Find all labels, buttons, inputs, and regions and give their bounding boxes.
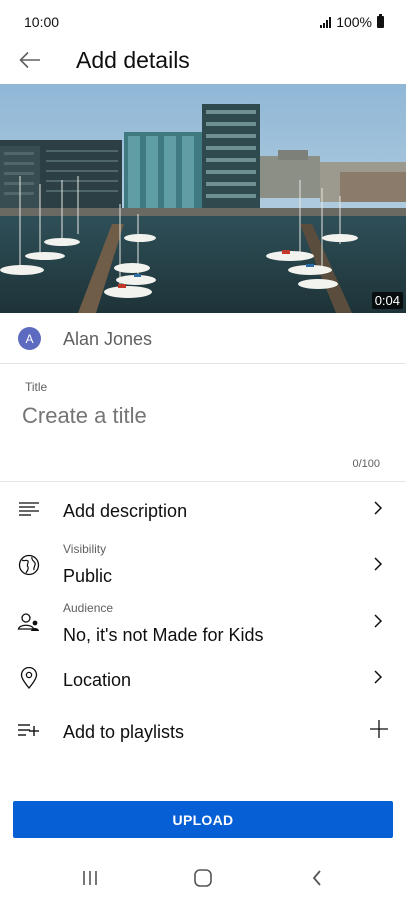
location-label: Location — [63, 670, 132, 690]
system-nav-bar — [0, 852, 406, 902]
location-row[interactable]: Location — [0, 655, 406, 709]
title-label: Title — [25, 380, 48, 394]
title-char-counter: 0/100 — [352, 458, 380, 470]
title-field-block: Title 0/100 — [0, 364, 406, 482]
signal-icon — [320, 16, 332, 28]
add-description-label: Add description — [63, 501, 188, 521]
status-bar: 10:00 100% — [0, 0, 406, 38]
status-icons: 100% — [320, 14, 384, 30]
back-icon — [312, 870, 321, 886]
battery-icon — [377, 14, 384, 28]
status-time: 10:00 — [24, 14, 60, 30]
chevron-right-icon — [370, 556, 386, 572]
chevron-right-icon — [370, 613, 386, 629]
chevron-right-icon — [370, 669, 386, 685]
visibility-value: Public — [63, 566, 113, 586]
upload-button[interactable]: UPLOAD — [13, 801, 393, 838]
channel-name: Alan Jones — [63, 329, 153, 349]
video-duration: 0:04 — [371, 292, 403, 309]
audience-sublabel: Audience — [63, 601, 114, 615]
back-arrow-button[interactable] — [14, 44, 46, 76]
video-preview[interactable]: 0:04 — [0, 84, 406, 313]
add-description-row[interactable]: Add description — [0, 484, 406, 538]
description-icon — [16, 496, 42, 522]
audience-icon — [16, 609, 42, 635]
plus-icon — [369, 719, 389, 739]
back-button[interactable] — [302, 866, 332, 890]
globe-icon — [16, 552, 42, 578]
back-arrow-icon — [19, 51, 40, 69]
channel-row: A Alan Jones — [0, 313, 406, 364]
add-to-playlists-label: Add to playlists — [63, 722, 185, 742]
title-input[interactable] — [22, 400, 382, 432]
visibility-sublabel: Visibility — [63, 542, 107, 556]
audience-value: No, it's not Made for Kids — [63, 625, 264, 645]
recents-icon — [83, 871, 97, 885]
home-icon — [194, 869, 212, 887]
avatar: A — [18, 327, 41, 350]
app-bar: Add details — [0, 38, 406, 84]
recents-button[interactable] — [75, 866, 105, 890]
add-to-playlists-row[interactable]: Add to playlists — [0, 707, 406, 761]
add-playlist-icon — [16, 717, 42, 743]
visibility-row[interactable]: Visibility Public — [0, 538, 406, 596]
home-button[interactable] — [188, 866, 218, 890]
chevron-right-icon — [370, 500, 386, 516]
page-title: Add details — [76, 47, 190, 73]
audience-row[interactable]: Audience No, it's not Made for Kids — [0, 597, 406, 655]
video-thumbnail-image — [0, 84, 406, 313]
location-pin-icon — [16, 665, 42, 691]
battery-percent: 100% — [336, 14, 372, 30]
